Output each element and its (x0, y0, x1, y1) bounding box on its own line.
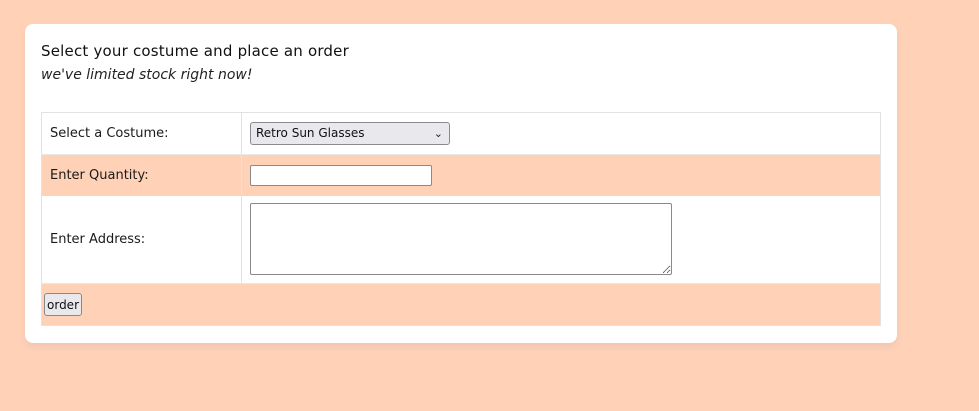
form-subheading: we've limited stock right now! (41, 67, 253, 83)
quantity-input[interactable] (250, 164, 432, 186)
costume-select-value: Retro Sun Glasses (256, 126, 365, 140)
address-row: Enter Address: (41, 195, 881, 284)
chevron-down-icon: ⌄ (433, 127, 443, 140)
costume-label: Select a Costume: (41, 112, 242, 155)
order-button[interactable]: order (44, 293, 82, 316)
address-textarea[interactable] (250, 203, 672, 276)
order-card: Select your costume and place an order w… (25, 24, 897, 343)
quantity-label: Enter Quantity: (41, 154, 242, 196)
submit-cell: order (41, 283, 881, 326)
submit-row: order (41, 283, 881, 326)
costume-select[interactable]: Retro Sun Glasses ⌄ (250, 122, 450, 145)
address-field-cell (241, 195, 881, 284)
address-label: Enter Address: (41, 195, 242, 284)
costume-field-cell: Retro Sun Glasses ⌄ (241, 112, 881, 155)
order-form-table: Select a Costume: Retro Sun Glasses ⌄ En… (41, 112, 881, 326)
quantity-field-cell (241, 154, 881, 196)
costume-row: Select a Costume: Retro Sun Glasses ⌄ (41, 112, 881, 155)
form-heading: Select your costume and place an order (41, 42, 349, 60)
quantity-row: Enter Quantity: (41, 154, 881, 196)
